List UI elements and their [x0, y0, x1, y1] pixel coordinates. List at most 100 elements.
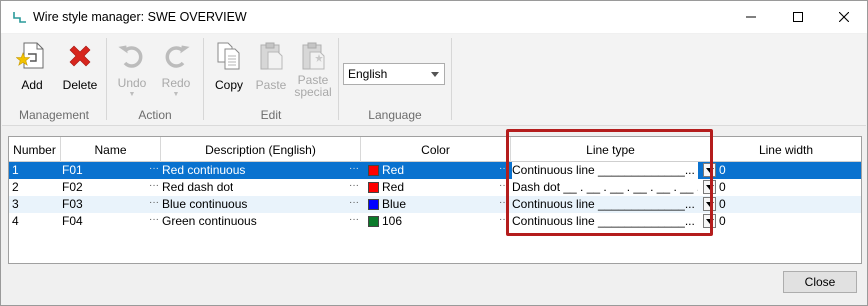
dropdown-arrow-icon[interactable]: [703, 180, 716, 194]
paste-label: Paste: [255, 78, 287, 92]
ellipsis-icon[interactable]: ···: [149, 179, 159, 196]
column-header-line-type[interactable]: Line type: [511, 137, 711, 162]
maximize-button[interactable]: [775, 1, 821, 33]
cell-name[interactable]: F04: [62, 213, 83, 230]
ribbon-separator: [451, 38, 452, 120]
ellipsis-icon[interactable]: ···: [499, 162, 509, 179]
ellipsis-icon[interactable]: ···: [349, 213, 359, 230]
title-bar[interactable]: Wire style manager: SWE OVERVIEW: [1, 1, 867, 33]
language-select[interactable]: English: [343, 63, 445, 85]
redo-dropdown-icon[interactable]: ▼: [173, 91, 180, 99]
cell-line-type[interactable]: Dash dot __ . __ . __ . __ . __ . __ . _…: [512, 179, 698, 196]
column-header-number[interactable]: Number: [9, 137, 61, 162]
edit-group: Copy Paste Paste special Edit: [204, 34, 338, 126]
cell-description[interactable]: Blue continuous: [162, 196, 247, 213]
add-button[interactable]: Add: [10, 40, 54, 92]
cell-line-width[interactable]: 0: [719, 213, 726, 230]
cell-color[interactable]: Red: [382, 179, 404, 196]
cell-name[interactable]: F01: [62, 162, 83, 179]
language-group-label: Language: [368, 108, 422, 122]
color-swatch: [368, 216, 379, 227]
color-swatch: [368, 199, 379, 210]
cell-color[interactable]: Blue: [382, 196, 406, 213]
column-header-description[interactable]: Description (English): [161, 137, 361, 162]
color-swatch: [368, 165, 379, 176]
dropdown-arrow-icon[interactable]: [703, 163, 716, 177]
cell-name[interactable]: F03: [62, 196, 83, 213]
cell-number: 3: [12, 197, 19, 211]
cell-description[interactable]: Green continuous: [162, 213, 257, 230]
ribbon-toolbar: Add Delete Management Undo ▼ Redo ▼ Acti…: [2, 34, 866, 126]
paste-special-label-line2: special: [294, 85, 332, 99]
wire-app-icon: [13, 12, 26, 23]
redo-button[interactable]: Redo ▼: [154, 40, 198, 99]
cell-line-width[interactable]: 0: [719, 196, 726, 213]
cell-color[interactable]: Red: [382, 162, 404, 179]
cell-color[interactable]: 106: [382, 213, 402, 230]
cell-line-width[interactable]: 0: [719, 179, 726, 196]
ellipsis-icon[interactable]: ···: [349, 179, 359, 196]
cell-line-type[interactable]: Continuous line _____________...: [512, 196, 698, 213]
ellipsis-icon[interactable]: ···: [499, 213, 509, 230]
table-row[interactable]: 3 F03 ··· Blue continuous ··· Blue ··· C…: [9, 196, 861, 213]
language-select-value: English: [348, 67, 388, 81]
close-button[interactable]: Close: [783, 271, 857, 293]
delete-label: Delete: [62, 78, 98, 92]
undo-button[interactable]: Undo ▼: [110, 40, 154, 99]
grid-header: Number Name Description (English) Color …: [9, 137, 861, 162]
edit-group-label: Edit: [260, 108, 282, 122]
cell-line-type[interactable]: Continuous line _____________...: [512, 162, 698, 179]
column-header-name[interactable]: Name: [61, 137, 161, 162]
cell-number: 1: [12, 163, 19, 177]
undo-icon: [118, 45, 143, 68]
ellipsis-icon[interactable]: ···: [149, 196, 159, 213]
paste-icon: [260, 42, 283, 70]
close-window-button[interactable]: [821, 1, 867, 33]
undo-dropdown-icon[interactable]: ▼: [129, 91, 136, 99]
paste-special-button[interactable]: Paste special: [291, 40, 335, 98]
ellipsis-icon[interactable]: ···: [499, 179, 509, 196]
chevron-down-icon: [431, 72, 439, 77]
ellipsis-icon[interactable]: ···: [349, 162, 359, 179]
column-header-color[interactable]: Color: [361, 137, 511, 162]
cell-line-type[interactable]: Continuous line _____________...: [512, 213, 698, 230]
ellipsis-icon[interactable]: ···: [349, 196, 359, 213]
copy-button[interactable]: Copy: [207, 40, 251, 92]
management-group: Add Delete Management: [2, 34, 106, 126]
copy-icon: [217, 42, 240, 70]
ellipsis-icon[interactable]: ···: [149, 162, 159, 179]
delete-button[interactable]: Delete: [58, 40, 102, 92]
management-group-label: Management: [18, 108, 90, 122]
redo-icon: [165, 45, 190, 68]
cell-description[interactable]: Red continuous: [162, 162, 245, 179]
close-icon: [839, 12, 849, 22]
table-row[interactable]: 1 F01 ··· Red continuous ··· Red ··· Con…: [9, 162, 861, 179]
table-row[interactable]: 4 F04 ··· Green continuous ··· 106 ··· C…: [9, 213, 861, 230]
add-label: Add: [21, 78, 43, 92]
delete-x-icon: [69, 45, 91, 67]
add-icon: [16, 42, 44, 69]
ellipsis-icon[interactable]: ···: [149, 213, 159, 230]
paste-special-label: Paste special: [294, 74, 331, 98]
minimize-icon: [746, 16, 756, 18]
copy-label: Copy: [214, 78, 243, 92]
cell-number: 2: [12, 180, 19, 194]
color-swatch: [368, 182, 379, 193]
column-header-line-width[interactable]: Line width: [711, 137, 861, 162]
cell-line-width[interactable]: 0: [719, 162, 726, 179]
cell-name[interactable]: F02: [62, 179, 83, 196]
redo-label: Redo: [161, 76, 191, 90]
dropdown-arrow-icon[interactable]: [703, 214, 716, 228]
table-row[interactable]: 2 F02 ··· Red dash dot ··· Red ··· Dash …: [9, 179, 861, 196]
paste-button[interactable]: Paste: [249, 40, 293, 92]
paste-special-icon: [302, 42, 325, 70]
minimize-button[interactable]: [728, 1, 774, 33]
maximize-icon: [793, 12, 803, 22]
cell-description[interactable]: Red dash dot: [162, 179, 233, 196]
dropdown-arrow-icon[interactable]: [703, 197, 716, 211]
ellipsis-icon[interactable]: ···: [499, 196, 509, 213]
action-group: Undo ▼ Redo ▼ Action: [107, 34, 203, 126]
undo-label: Undo: [117, 76, 147, 90]
window-title: Wire style manager: SWE OVERVIEW: [33, 10, 247, 24]
wire-style-grid: Number Name Description (English) Color …: [8, 136, 862, 264]
